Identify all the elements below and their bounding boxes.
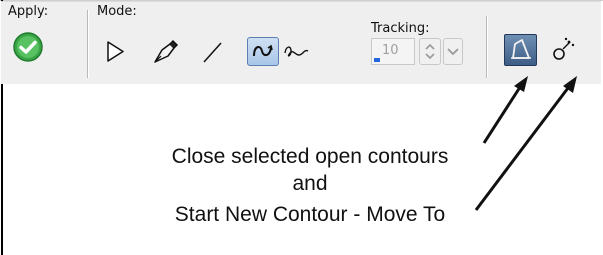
annotation-line-3: Start New Contour - Move To [174,203,446,226]
arrow-close-contour [482,83,524,144]
arrow-head-close-contour [514,76,528,92]
annotation-line-2: and [292,172,328,195]
annotation-line-1: Close selected open contours [171,145,449,168]
